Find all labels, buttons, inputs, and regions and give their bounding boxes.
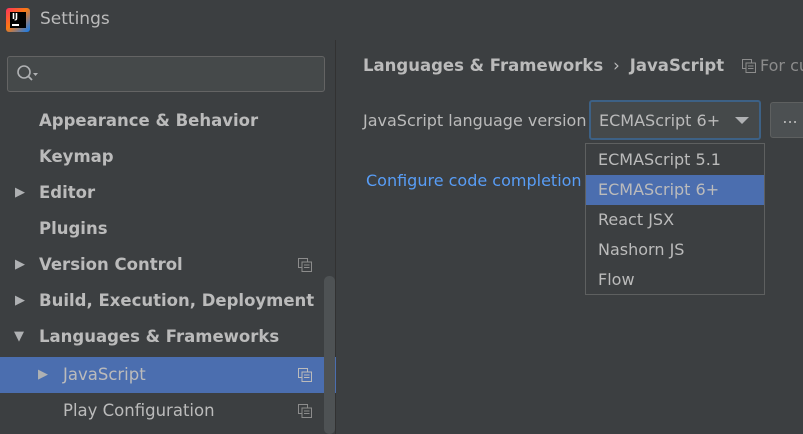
language-version-label: JavaScript language version — [363, 111, 587, 130]
expand-arrow-icon[interactable]: ▶ — [15, 175, 25, 211]
project-settings-icon — [742, 59, 756, 73]
sidebar-item-languages-frameworks[interactable]: ▼ Languages & Frameworks — [0, 319, 336, 355]
sidebar-item-label: Build, Execution, Deployment — [39, 291, 315, 310]
sidebar-item-label: Keymap — [39, 147, 114, 166]
sidebar-item-plugins[interactable]: Plugins — [0, 211, 336, 247]
dropdown-option-flow[interactable]: Flow — [586, 265, 764, 295]
breadcrumb: Languages & Frameworks › JavaScript — [363, 56, 724, 75]
project-settings-icon — [298, 404, 312, 418]
expand-arrow-icon[interactable]: ▶ — [15, 247, 25, 283]
sidebar-item-build-execution-deployment[interactable]: ▶ Build, Execution, Deployment — [0, 283, 336, 319]
language-version-select[interactable]: ECMAScript 6+ — [589, 100, 761, 140]
browse-button[interactable]: ... — [770, 102, 803, 138]
dropdown-arrow-icon[interactable] — [735, 117, 749, 124]
window-title: Settings — [40, 9, 110, 29]
search-input[interactable] — [7, 56, 325, 92]
for-current-project-label: For cu — [742, 56, 803, 75]
sidebar-item-editor[interactable]: ▶ Editor — [0, 175, 336, 211]
dropdown-option-nashorn-js[interactable]: Nashorn JS — [586, 235, 764, 265]
language-version-value: ECMAScript 6+ — [599, 111, 721, 130]
sidebar-item-label: Play Configuration — [63, 401, 215, 420]
sidebar-item-label: JavaScript — [63, 365, 146, 384]
dropdown-option-react-jsx[interactable]: React JSX — [586, 205, 764, 235]
breadcrumb-parent: Languages & Frameworks — [363, 56, 604, 75]
sidebar-scrollbar[interactable] — [324, 276, 335, 434]
dropdown-option-ecmascript-6[interactable]: ECMAScript 6+ — [586, 175, 764, 205]
sidebar-item-label: Appearance & Behavior — [39, 111, 259, 130]
settings-sidebar: Appearance & Behavior Keymap ▶ Editor Pl… — [0, 40, 336, 434]
search-icon[interactable] — [16, 64, 38, 84]
breadcrumb-current: JavaScript — [629, 56, 725, 75]
sidebar-item-label: Languages & Frameworks — [39, 327, 280, 346]
configure-code-completion-link[interactable]: Configure code completion s — [366, 171, 584, 190]
dropdown-option-ecmascript-5-1[interactable]: ECMAScript 5.1 — [586, 145, 764, 175]
sidebar-item-label: Editor — [39, 183, 96, 202]
intellij-logo-icon: IJ — [6, 8, 30, 32]
sidebar-item-keymap[interactable]: Keymap — [0, 139, 336, 175]
sidebar-item-label: Plugins — [39, 219, 108, 238]
breadcrumb-separator: › — [613, 56, 620, 75]
sidebar-item-play-configuration[interactable]: Play Configuration — [0, 393, 336, 429]
collapse-arrow-icon[interactable]: ▼ — [14, 319, 24, 355]
project-settings-icon — [298, 258, 312, 272]
title-bar: IJ Settings — [0, 0, 803, 40]
sidebar-item-appearance-behavior[interactable]: Appearance & Behavior — [0, 103, 336, 139]
for-current-text: For cu — [760, 56, 803, 75]
expand-arrow-icon[interactable]: ▶ — [38, 357, 48, 393]
sidebar-item-javascript[interactable]: ▶ JavaScript — [0, 357, 336, 393]
sidebar-item-version-control[interactable]: ▶ Version Control — [0, 247, 336, 283]
project-settings-icon — [298, 368, 312, 382]
expand-arrow-icon[interactable]: ▶ — [15, 283, 25, 319]
sidebar-item-label: Version Control — [39, 255, 183, 274]
language-version-dropdown: ECMAScript 5.1 ECMAScript 6+ React JSX N… — [585, 143, 765, 295]
